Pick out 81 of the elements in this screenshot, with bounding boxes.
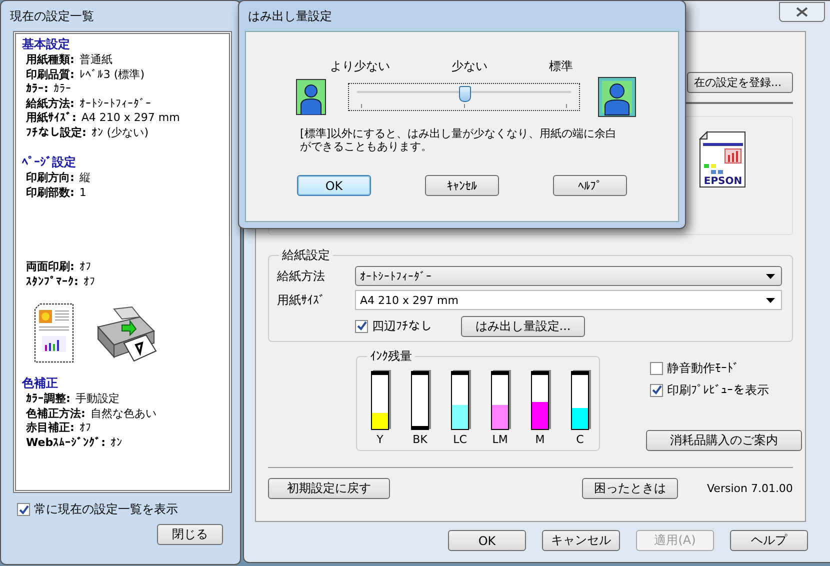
dialog-button[interactable]: ヘルプ — [730, 530, 808, 551]
setting-value: 自然な色あい — [90, 406, 156, 420]
checkbox-label: 印刷ﾌﾟﾚﾋﾞｭｰを表示 — [667, 382, 769, 398]
logo-text: EPSON — [704, 176, 742, 187]
setting-value: ｶﾗｰ — [53, 82, 72, 95]
setting-value: ﾚﾍﾞﾙ3 (標準) — [79, 68, 144, 80]
dialog-button[interactable]: OK — [448, 530, 526, 551]
setting-value: 普通紙 — [79, 53, 112, 66]
setting-label: ｽﾀﾝﾌﾟﾏｰｸ: — [26, 274, 78, 288]
checkbox-label: 常に現在の設定一覧を表示 — [34, 501, 178, 518]
close-button[interactable]: 閉じる — [157, 524, 223, 545]
setting-label: ﾌﾁなし設定: — [26, 126, 86, 138]
ink-name: LM — [492, 433, 508, 446]
dialog-button[interactable]: キャンセル — [542, 530, 620, 551]
setting-value: 手動設定 — [75, 392, 120, 405]
person-icon — [598, 77, 636, 117]
section-heading: ﾍﾟｰｼﾞ設定 — [22, 154, 77, 171]
slider-label: 少ない — [452, 58, 488, 75]
paper-source-dropdown[interactable]: ｵｰﾄｼｰﾄﾌｨｰﾀﾞｰ — [355, 266, 782, 286]
caret-icon — [766, 274, 775, 278]
close-icon — [796, 7, 808, 17]
dialog-button[interactable]: OK — [297, 175, 371, 196]
document-preview-drawing — [34, 303, 74, 363]
setting-value: ｵﾌ — [83, 274, 96, 288]
window-title: はみ出し量設定 — [247, 8, 333, 25]
field-label: 給紙方法 — [277, 268, 326, 284]
setting-label: 給紙方法: — [26, 96, 74, 110]
register-settings-button[interactable]: 在の設定を登録... — [687, 72, 793, 93]
field-label: 用紙ｻｲｽﾞ — [277, 292, 326, 308]
setting-label: 印刷部数: — [26, 186, 74, 198]
window-title: 現在の設定一覧 — [9, 8, 95, 25]
version-text: Version 7.01.00 — [707, 482, 793, 495]
caret-icon — [766, 298, 775, 302]
paper-size-dropdown[interactable]: A4 210 x 297 mm — [355, 290, 782, 310]
slider-label: 標準 — [549, 58, 573, 75]
setting-label: 印刷方向: — [26, 171, 74, 184]
slider-thumb[interactable] — [459, 86, 471, 102]
group-title: 給紙設定 — [281, 247, 331, 264]
setting-value: A4 210 x 297 mm — [81, 111, 180, 124]
setting-label: 色補正方法: — [26, 406, 86, 420]
setting-label: ｶﾗｰ調整: — [26, 392, 70, 405]
setting-value: ｵﾌ — [79, 421, 92, 434]
setting-label: 両面印刷: — [26, 260, 74, 273]
setting-label: 用紙ｻｲｽﾞ: — [26, 111, 76, 124]
group-title: ｲﾝｸ残量 — [369, 348, 413, 365]
ink-name: Y — [376, 433, 384, 446]
ink-name: C — [576, 433, 584, 446]
close-button[interactable] — [779, 2, 825, 22]
setting-value: ｵﾝ — [110, 436, 122, 448]
setting-label: 赤目補正: — [26, 421, 74, 434]
setting-value: 縦 — [79, 171, 90, 184]
setting-label: 印刷品質: — [26, 68, 74, 80]
slider-label: より少ない — [330, 58, 390, 75]
checkbox[interactable] — [355, 320, 368, 332]
checkbox[interactable] — [650, 384, 663, 396]
setting-value: ｵｰﾄｼｰﾄﾌｨｰﾀﾞｰ — [79, 96, 152, 110]
checkbox[interactable] — [650, 362, 663, 374]
ink-name: BK — [412, 433, 428, 446]
troubleshooting-button[interactable]: 困ったときは — [582, 478, 678, 499]
section-heading: 基本設定 — [22, 36, 71, 53]
section-heading: 色補正 — [22, 375, 59, 392]
dialog-button[interactable]: ﾍﾙﾌﾟ — [553, 175, 627, 196]
supplies-button[interactable]: 消耗品購入のご案内 — [646, 430, 802, 451]
setting-value: ｵﾝ (少ない) — [91, 126, 148, 138]
checkbox[interactable] — [17, 503, 30, 516]
expansion-settings-button[interactable]: はみ出し量設定... — [461, 316, 585, 336]
ink-name: LC — [453, 433, 467, 446]
manual-document-icon — [699, 131, 746, 188]
expansion-slider[interactable] — [348, 83, 580, 111]
ink-name: M — [535, 433, 545, 446]
reset-defaults-button[interactable]: 初期設定に戻す — [268, 478, 390, 499]
setting-label: Webｽﾑｰｼﾞﾝｸﾞ: — [26, 436, 106, 448]
note-text: [標準]以外にすると、はみ出し量が少なくなり、用紙の端に余白ができることもあります。 — [300, 127, 618, 153]
dialog-button[interactable]: ｷｬﾝｾﾙ — [425, 175, 499, 196]
person-icon — [296, 79, 326, 115]
setting-label: ｶﾗｰ: — [26, 82, 48, 95]
setting-label: 用紙種類: — [26, 53, 74, 66]
checkbox-label: 四辺ﾌﾁなし — [372, 318, 432, 334]
setting-value: 1 — [79, 186, 86, 198]
setting-value: ｵﾌ — [79, 260, 92, 273]
checkbox-label: 静音動作ﾓｰﾄﾞ — [667, 360, 739, 376]
